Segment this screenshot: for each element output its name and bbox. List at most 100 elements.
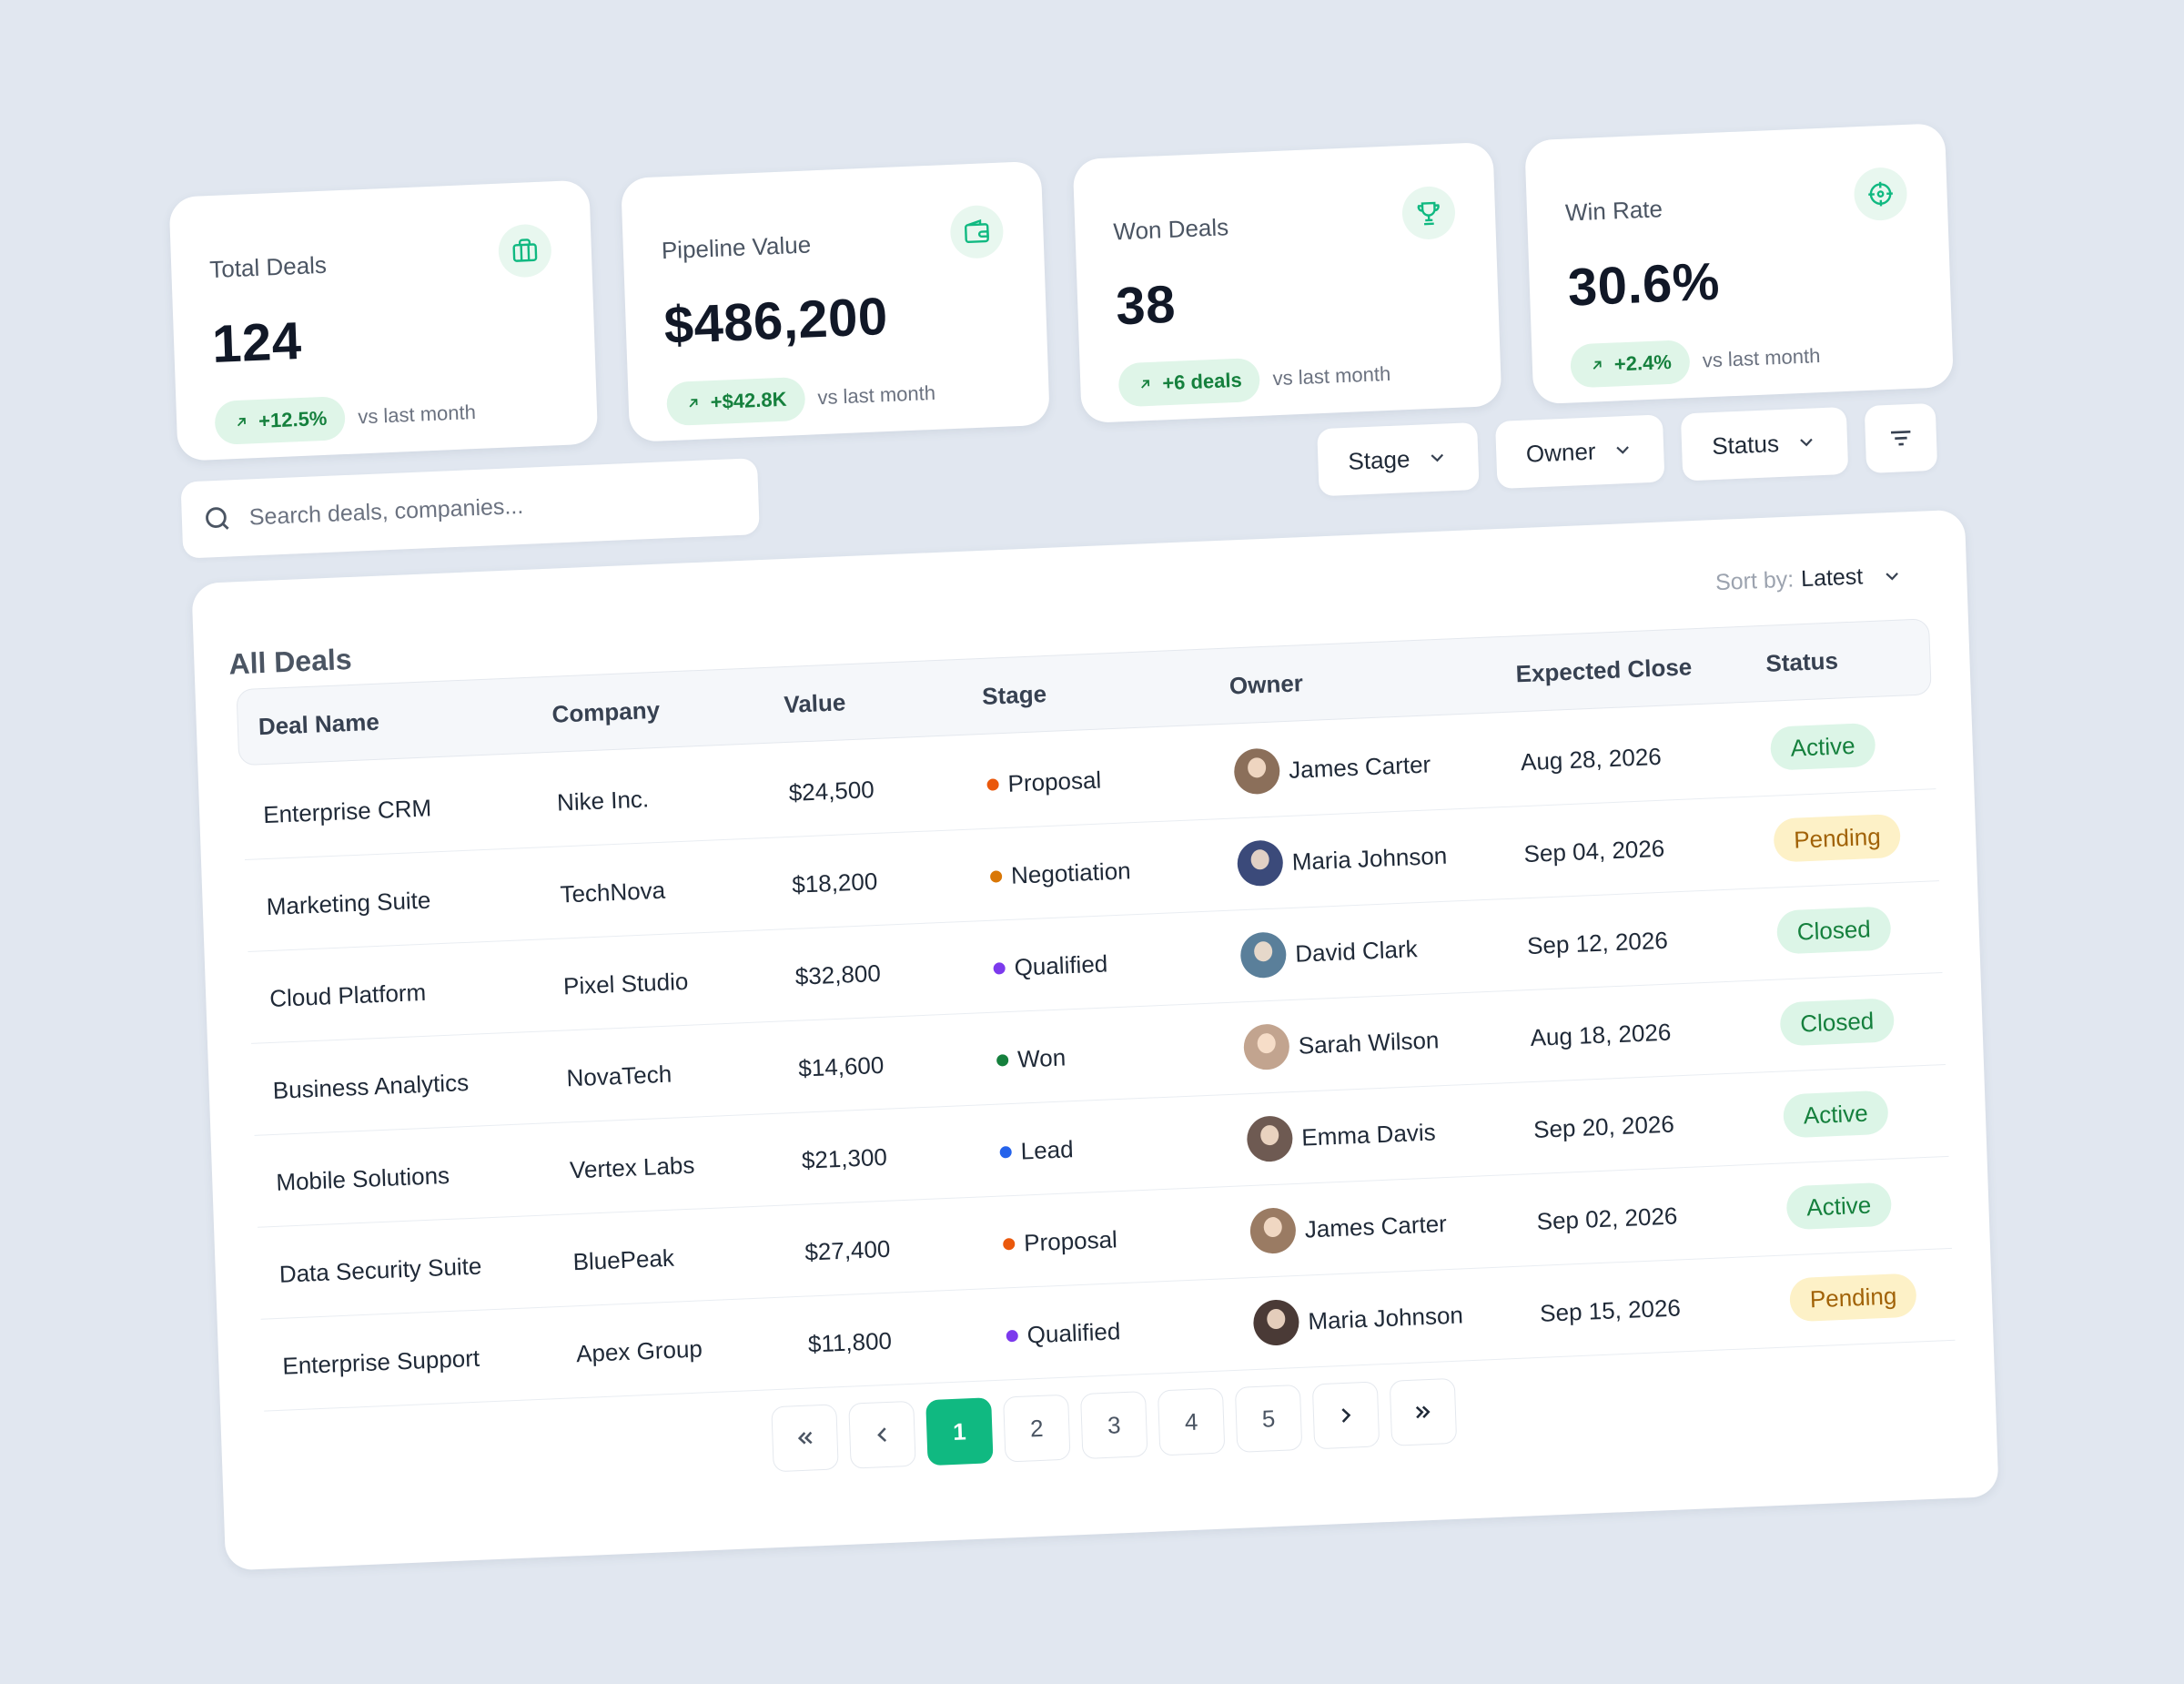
expected-close-cell: Sep 02, 2026	[1536, 1202, 1678, 1235]
stage-cell: Proposal	[1003, 1225, 1118, 1258]
sort-dropdown[interactable]: Sort by: Latest	[1715, 562, 1904, 596]
status-badge: Closed	[1775, 906, 1892, 955]
stat-label: Pipeline Value	[661, 230, 812, 265]
status-badge: Active	[1785, 1182, 1892, 1231]
deal-name-cell[interactable]: Enterprise CRM	[263, 794, 432, 829]
target-icon	[1853, 166, 1908, 222]
search-bar[interactable]	[180, 458, 760, 559]
page-button-1[interactable]: 1	[925, 1397, 994, 1466]
delta-badge: +6 deals	[1117, 357, 1261, 408]
stage-cell: Proposal	[986, 766, 1102, 799]
status-badge: Pending	[1773, 813, 1902, 863]
comparison-label: vs last month	[817, 380, 936, 410]
expected-close-cell: Sep 12, 2026	[1526, 926, 1669, 960]
trophy-icon	[1400, 185, 1456, 241]
stage-dot-icon	[993, 962, 1006, 975]
value-cell: $24,500	[788, 776, 875, 806]
deal-name-cell[interactable]: Marketing Suite	[266, 887, 431, 922]
avatar	[1233, 747, 1281, 796]
status-filter-dropdown[interactable]: Status	[1680, 406, 1849, 482]
delta-badge: +$42.8K	[665, 376, 806, 427]
briefcase-icon	[497, 223, 552, 279]
value-cell: $32,800	[794, 959, 882, 990]
status-filter-label: Status	[1711, 429, 1780, 460]
stage-cell: Negotiation	[989, 857, 1132, 890]
owner-cell: Maria Johnson	[1236, 833, 1448, 888]
search-input[interactable]	[247, 483, 724, 533]
stage-cell: Qualified	[993, 949, 1108, 982]
page-button-4[interactable]: 4	[1157, 1387, 1226, 1456]
company-cell: TechNova	[560, 876, 666, 908]
stage-label: Negotiation	[1010, 857, 1132, 889]
dashboard: Total Deals 124 +12.5% vs last month Pip…	[0, 0, 2184, 1684]
deal-name-cell[interactable]: Enterprise Support	[282, 1344, 480, 1381]
owner-name: Maria Johnson	[1291, 841, 1448, 876]
chevron-left-icon	[877, 1427, 887, 1443]
last-page-button[interactable]	[1389, 1377, 1458, 1446]
page-button-5[interactable]: 5	[1234, 1384, 1303, 1453]
chevron-down-icon	[1800, 438, 1813, 447]
company-cell: Nike Inc.	[556, 785, 650, 817]
deal-name-cell[interactable]: Cloud Platform	[269, 979, 427, 1013]
deal-name-cell[interactable]: Data Security Suite	[278, 1253, 481, 1289]
column-header-deal-name[interactable]: Deal Name	[258, 708, 379, 742]
stage-filter-label: Stage	[1347, 444, 1410, 475]
stat-label: Win Rate	[1564, 195, 1663, 227]
page-button-3[interactable]: 3	[1080, 1391, 1148, 1460]
comparison-label: vs last month	[1272, 361, 1391, 391]
deals-table-card: All Deals Sort by: Latest Deal Name Comp…	[191, 509, 1999, 1571]
chevron-right-icon	[1341, 1408, 1351, 1423]
stat-card-win-rate: Win Rate 30.6% +2.4% vs last month	[1524, 123, 1954, 405]
previous-page-button[interactable]	[848, 1400, 916, 1469]
delta-value: +6 deals	[1161, 368, 1243, 395]
stage-dot-icon	[989, 870, 1003, 883]
first-page-button[interactable]	[771, 1404, 839, 1473]
owner-cell: Sarah Wilson	[1242, 1017, 1440, 1071]
stage-cell: Won	[996, 1043, 1067, 1074]
filter-icon	[1890, 430, 1911, 446]
column-header-company[interactable]: Company	[551, 696, 660, 729]
avatar	[1236, 839, 1284, 888]
next-page-button[interactable]	[1311, 1381, 1380, 1450]
owner-name: James Carter	[1288, 749, 1431, 784]
expected-close-cell: Aug 18, 2026	[1530, 1018, 1672, 1052]
table-title: All Deals	[228, 642, 353, 681]
comparison-label: vs last month	[1702, 344, 1821, 372]
chevrons-left-icon	[797, 1431, 813, 1445]
page-button-2[interactable]: 2	[1003, 1394, 1071, 1463]
column-header-owner[interactable]: Owner	[1228, 669, 1303, 700]
stage-dot-icon	[999, 1146, 1012, 1159]
stage-cell: Lead	[999, 1135, 1074, 1166]
stage-dot-icon	[1006, 1329, 1018, 1343]
delta-value: +12.5%	[258, 406, 328, 432]
owner-cell: James Carter	[1249, 1201, 1448, 1255]
stage-filter-dropdown[interactable]: Stage	[1317, 421, 1480, 497]
value-cell: $27,400	[804, 1234, 891, 1266]
status-badge: Active	[1783, 1090, 1889, 1139]
column-header-value[interactable]: Value	[784, 688, 846, 719]
expected-close-cell: Sep 15, 2026	[1539, 1293, 1682, 1327]
column-header-expected-close[interactable]: Expected Close	[1515, 653, 1693, 688]
column-header-stage[interactable]: Stage	[982, 680, 1047, 711]
value-cell: $21,300	[801, 1142, 888, 1174]
deal-name-cell[interactable]: Mobile Solutions	[276, 1162, 450, 1197]
delta-value: +$42.8K	[710, 387, 787, 414]
avatar	[1239, 931, 1288, 979]
value-cell: $14,600	[797, 1050, 885, 1082]
arrow-up-right-icon	[689, 399, 698, 408]
stage-dot-icon	[1003, 1237, 1016, 1251]
filter-options-button[interactable]	[1864, 402, 1938, 474]
pagination: 1 2 3 4 5	[771, 1377, 1469, 1473]
search-icon	[206, 507, 229, 530]
avatar	[1242, 1023, 1290, 1071]
stat-value: 30.6%	[1566, 251, 1721, 318]
expected-close-cell: Sep 04, 2026	[1523, 834, 1665, 868]
owner-name: Emma Davis	[1300, 1117, 1437, 1151]
deal-name-cell[interactable]: Business Analytics	[272, 1069, 469, 1105]
avatar	[1246, 1115, 1294, 1163]
owner-name: Maria Johnson	[1307, 1300, 1464, 1335]
delta-value: +2.4%	[1613, 350, 1673, 376]
column-header-status[interactable]: Status	[1765, 647, 1838, 678]
value-cell: $11,800	[807, 1326, 893, 1358]
owner-filter-dropdown[interactable]: Owner	[1495, 414, 1665, 490]
